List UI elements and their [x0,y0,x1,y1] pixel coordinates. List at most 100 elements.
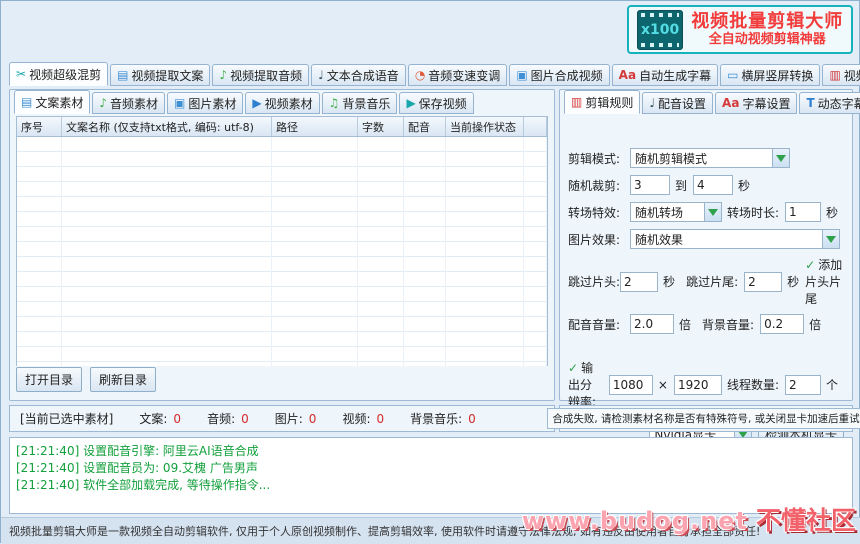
rules-panel: ▥ 剪辑规则 ♩ 配音设置 Aa 字幕设置 T 动态字幕 ▰ 素材目录 剪辑模式… [559,89,853,401]
logo-badge: x100 [641,23,679,37]
subtab-subtitle-settings[interactable]: Aa 字幕设置 [715,92,797,114]
material-table: 序号 文案名称 (仅支持txt格式, 编码: utf-8) 路径 字数 配音 当… [16,116,548,366]
chevron-down-icon[interactable] [772,149,789,167]
subtab-audio-material[interactable]: ♪ 音频素材 [92,92,165,114]
audio-material-icon: ♪ [99,96,107,110]
image-effect-select[interactable]: 随机效果 [630,229,840,249]
selected-audio-count: 音频:0 [207,410,249,427]
skip-tail-input[interactable] [744,272,782,292]
subtab-text-material[interactable]: ▤ 文案素材 [14,90,90,114]
microphone-icon: ♩ [318,68,324,82]
batch-bars-icon: ▥ [829,68,840,82]
check-icon: ✓ [568,361,578,375]
threads-input[interactable] [785,375,821,395]
body-col-line [446,137,524,366]
body-col-line [62,137,272,366]
document-icon: ▤ [117,68,128,82]
tab-video-extract-text[interactable]: ▤ 视频提取文案 [110,64,210,86]
selected-material-bar: [当前已选中素材] 文案:0 音频:0 图片:0 视频:0 背景音乐:0 [9,405,555,432]
material-table-body[interactable] [17,137,547,366]
subtab-dub-settings[interactable]: ♩ 配音设置 [642,92,713,114]
col-index: 序号 [17,117,62,136]
count-value: 0 [468,412,476,426]
tab-image-to-video[interactable]: ▣ 图片合成视频 [509,64,609,86]
crop-from-input[interactable] [630,175,670,195]
bg-volume-unit: 倍 [809,316,821,333]
subtab-save-video[interactable]: ▶ 保存视频 [399,92,473,114]
col-extra [524,117,547,136]
chevron-down-icon[interactable] [704,203,721,221]
text-material-icon: ▤ [21,95,32,109]
tab-video-super-mix[interactable]: ✂ 视频超级混剪 [9,62,108,86]
add-head-tail-checkbox[interactable]: ✓添加片头片尾 [805,256,844,307]
log-line: [21:21:40] 设置配音员为: 09.艾槐 广告男声 [16,460,846,477]
col-dub: 配音 [404,117,446,136]
resolution-checkbox[interactable]: ✓输出分辨率: [568,359,601,410]
open-directory-button[interactable]: 打开目录 [16,367,82,392]
tab-auto-subtitle[interactable]: Aa 自动生成字幕 [612,64,718,86]
tab-video-extract-audio[interactable]: ♪ 视频提取音频 [212,64,309,86]
clip-rule-icon: ▥ [571,95,582,109]
subtab-label: 视频素材 [265,95,313,112]
tab-screen-rotate[interactable]: ▭ 横屏竖屏转换 [720,64,820,86]
screen-rotate-icon: ▭ [727,68,738,82]
film-sprockets-bottom [641,43,679,47]
subtab-label: 保存视频 [419,95,467,112]
count-value: 0 [376,412,384,426]
log-console: [21:21:40] 设置配音引擎: 阿里云AI语音合成 [21:21:40] … [9,437,853,514]
rules-tab-bar: ▥ 剪辑规则 ♩ 配音设置 Aa 字幕设置 T 动态字幕 ▰ 素材目录 [564,92,852,114]
subtab-dynamic-subtitle[interactable]: T 动态字幕 [799,92,860,114]
log-line: [21:21:40] 软件全部加载完成, 等待操作指令... [16,477,846,494]
image-effect-value: 随机效果 [635,231,683,248]
transition-select[interactable]: 随机转场 [630,202,722,222]
tab-audio-speed-pitch[interactable]: ◔ 音频变速变调 [408,64,508,86]
dynamic-subtitle-icon: T [806,96,814,110]
film-sprockets-top [641,13,679,17]
subtab-label: 动态字幕 [818,95,860,112]
subtab-image-material[interactable]: ▣ 图片素材 [167,92,243,114]
film-strip-icon: x100 [637,10,683,50]
resolution-height-input[interactable] [674,375,722,395]
directory-buttons: 打开目录 刷新目录 [16,367,156,392]
clip-mode-value: 随机剪辑模式 [635,150,707,167]
dub-volume-unit: 倍 [679,316,691,333]
save-video-icon: ▶ [406,96,415,110]
tab-label: 视频超级混剪 [29,66,101,83]
transition-duration-input[interactable] [785,202,821,222]
scissors-icon: ✂ [16,67,26,81]
selected-image-count: 图片:0 [275,410,317,427]
transition-unit: 秒 [826,204,838,221]
transition-label: 转场特效: [568,204,630,221]
image-icon: ▣ [516,68,527,82]
crop-to-input[interactable] [693,175,733,195]
material-panel: ▤ 文案素材 ♪ 音频素材 ▣ 图片素材 ▶ 视频素材 ♫ 背景音乐 ▶ 保存视… [9,89,555,401]
speaker-icon: ♪ [219,68,227,82]
crop-unit: 秒 [738,177,750,194]
subtab-bg-music[interactable]: ♫ 背景音乐 [322,92,398,114]
clip-rules-form: 剪辑模式: 随机剪辑模式 随机裁剪: 到 秒 转场特效: 随机转场 转场时长: … [560,114,852,492]
subtitle-aa-icon: Aa [722,96,739,110]
tab-video-batch[interactable]: ▥ 视频批量处理 [822,64,860,86]
refresh-directory-button[interactable]: 刷新目录 [90,367,156,392]
subtab-video-material[interactable]: ▶ 视频素材 [245,92,319,114]
logo-text: 视频批量剪辑大师 全自动视频剪辑神器 [691,12,843,47]
subtab-label: 图片素材 [188,95,236,112]
subtab-label: 音频素材 [110,95,158,112]
app-logo: x100 视频批量剪辑大师 全自动视频剪辑神器 [627,5,853,54]
skip-head-input[interactable] [620,272,658,292]
resolution-width-input[interactable] [609,375,653,395]
app-subtitle: 全自动视频剪辑神器 [691,32,843,47]
clip-mode-select[interactable]: 随机剪辑模式 [630,148,790,168]
body-col-line [17,137,62,366]
tab-text-to-speech[interactable]: ♩ 文本合成语音 [311,64,406,86]
body-col-line [272,137,358,366]
chevron-down-icon[interactable] [822,230,839,248]
bg-volume-input[interactable] [760,314,804,334]
subtab-clip-rules[interactable]: ▥ 剪辑规则 [564,90,640,114]
skip-head-unit: 秒 [663,273,675,290]
body-col-line [358,137,404,366]
dub-volume-input[interactable] [630,314,674,334]
transition-duration-label: 转场时长: [727,204,779,221]
body-col-line [404,137,446,366]
skip-head-label: 跳过片头: [568,273,620,290]
